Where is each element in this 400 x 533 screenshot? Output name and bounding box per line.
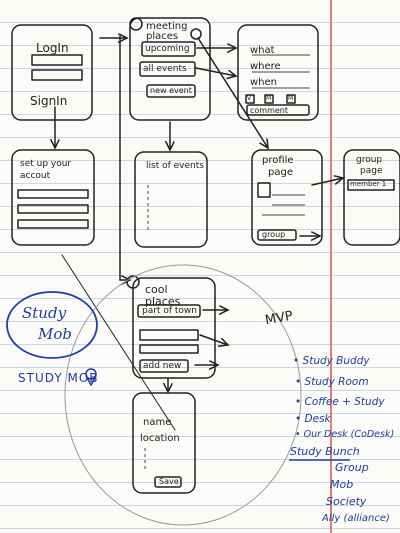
- name-idea-4-text: Desk: [304, 413, 331, 425]
- login-title: LogIn: [36, 41, 69, 55]
- comment-label: comment: [250, 106, 289, 115]
- name-list-heading: Study Bunch: [290, 445, 360, 458]
- name-idea-1-text: Study Buddy: [302, 355, 370, 367]
- name-idea-2: • Study Room: [295, 376, 369, 388]
- name-idea-5: • Our Desk (CoDesk): [295, 429, 395, 440]
- profile-icon-circle: [190, 28, 202, 40]
- new-event-label: new event: [150, 86, 192, 95]
- signup-label: SignIn: [30, 94, 68, 108]
- name-idea-5-text: Our Desk (CoDesk): [303, 429, 395, 440]
- mvp-circle: [64, 264, 302, 526]
- events-list-title: list of events: [146, 161, 204, 171]
- all-events-label: all events: [143, 64, 187, 74]
- name-option-4: Ally (alliance): [322, 513, 390, 524]
- logo-wordmark: STUDY MOB: [18, 371, 99, 385]
- name-idea-3-text: Coffee + Study: [304, 396, 385, 408]
- name-idea-3: • Coffee + Study: [295, 396, 385, 408]
- checkbox-icon-1: V: [247, 95, 252, 102]
- group-button-label: group: [262, 230, 286, 239]
- add-new-label: add new: [143, 361, 182, 371]
- logo-line1: Study: [22, 304, 67, 322]
- name-option-2: Mob: [330, 478, 354, 491]
- star-icon-circle: [129, 17, 143, 31]
- name-option-1: Group: [335, 461, 369, 474]
- location-label: location: [140, 433, 180, 444]
- member-label: member 1: [350, 180, 387, 188]
- notebook-page: LogIn SignIn set up your accout meeting …: [0, 0, 400, 533]
- where-label: where: [250, 61, 281, 72]
- part-of-town-label: part of town: [142, 306, 197, 316]
- checkbox-icon-3: M: [288, 95, 294, 102]
- upcoming-label: upcoming: [145, 44, 190, 54]
- checkbox-icon-2: M: [266, 95, 272, 102]
- when-label: when: [250, 77, 278, 88]
- group-page-title-line2: page: [360, 166, 383, 176]
- name-idea-2-text: Study Room: [304, 376, 369, 388]
- profile-title-line2: page: [268, 167, 293, 178]
- save-button-label: Save: [159, 477, 179, 486]
- cool-places-title-line1: cool: [145, 283, 168, 296]
- setup-title-line2: accout: [20, 171, 51, 181]
- group-page-title-line1: group: [356, 155, 383, 165]
- what-label: what: [250, 45, 275, 56]
- name-idea-4: • Desk: [295, 413, 331, 425]
- meeting-title-line2: places: [146, 31, 179, 42]
- setup-title-line1: set up your: [20, 159, 72, 169]
- name-label: name: [143, 417, 172, 428]
- name-option-3: Society: [326, 495, 367, 508]
- name-idea-1: • Study Buddy: [293, 355, 370, 367]
- logo-line2: Mob: [38, 325, 72, 343]
- profile-title-line1: profile: [262, 155, 294, 166]
